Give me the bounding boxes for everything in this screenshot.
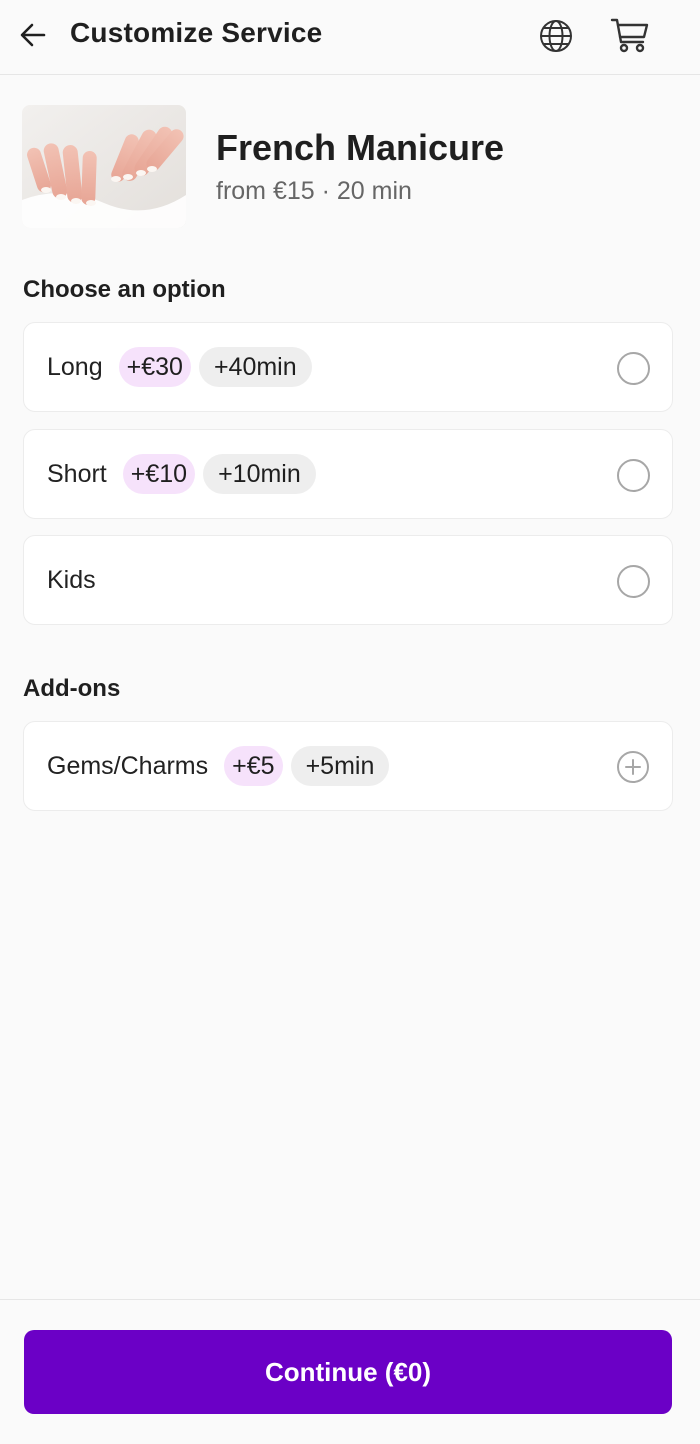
option-short[interactable]: Short +€10 +10min — [23, 429, 673, 519]
time-badge: +40min — [198, 347, 312, 387]
option-label: Kids — [47, 565, 96, 594]
price-badge: +€30 — [118, 347, 191, 387]
option-long[interactable]: Long +€30 +40min — [23, 322, 673, 412]
options-section-title: Choose an option — [23, 276, 226, 303]
back-button[interactable] — [14, 16, 52, 54]
addon-gems-charms[interactable]: Gems/Charms +€5 +5min — [23, 721, 673, 811]
plus-circle-icon — [617, 751, 649, 783]
cart-icon — [610, 18, 649, 53]
continue-button[interactable]: Continue (€0) — [24, 1330, 672, 1414]
service-price-duration: from €15 · 20 min — [216, 177, 412, 205]
top-app-bar: Customize Service — [0, 0, 700, 75]
time-badge: +10min — [203, 454, 316, 494]
option-label: Short — [47, 459, 107, 488]
time-badge: +5min — [290, 746, 390, 786]
service-image — [22, 105, 186, 228]
add-addon-button[interactable] — [616, 750, 650, 784]
price-badge: +€5 — [224, 746, 283, 786]
page-title: Customize Service — [70, 17, 323, 48]
option-radio[interactable] — [617, 459, 650, 492]
addon-label: Gems/Charms — [47, 751, 209, 780]
option-kids[interactable]: Kids — [23, 535, 673, 625]
service-name: French Manicure — [216, 127, 505, 168]
addons-section-title: Add-ons — [23, 675, 121, 702]
option-radio[interactable] — [617, 565, 650, 598]
back-arrow-icon — [20, 23, 46, 47]
option-label: Long — [47, 352, 103, 381]
language-button[interactable] — [534, 14, 578, 58]
service-summary: French Manicure from €15 · 20 min — [22, 105, 678, 228]
price-badge: +€10 — [122, 454, 196, 494]
option-radio[interactable] — [617, 352, 650, 385]
bottom-action-bar: Continue (€0) — [0, 1299, 700, 1444]
globe-icon — [540, 20, 572, 52]
cart-button[interactable] — [608, 14, 652, 58]
